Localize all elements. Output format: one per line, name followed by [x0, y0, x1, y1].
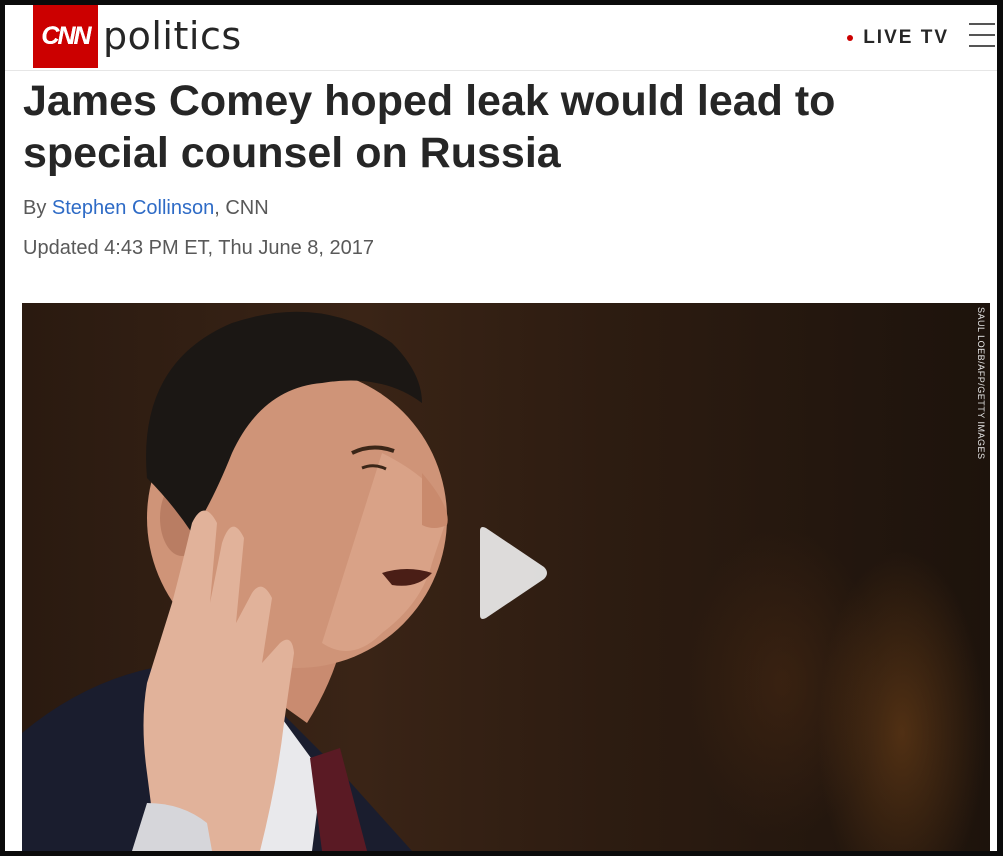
byline-prefix: By	[23, 197, 47, 219]
live-tv-label: LIVE TV	[863, 27, 949, 48]
page-frame: CNN politics LIVE TV James Comey hoped l…	[5, 5, 997, 851]
logo-text: CNN	[41, 22, 91, 50]
cnn-logo[interactable]: CNN	[33, 5, 98, 68]
article-headline: James Comey hoped leak would lead to spe…	[23, 77, 836, 177]
video-player[interactable]: SAUL LOEB/AFP/GETTY IMAGES	[22, 303, 990, 851]
play-icon[interactable]	[472, 523, 552, 623]
byline-suffix: , CNN	[214, 197, 269, 219]
live-dot-icon	[847, 35, 854, 41]
hamburger-menu-icon[interactable]	[969, 23, 995, 47]
site-header: CNN politics LIVE TV	[5, 5, 997, 71]
photo-credit: SAUL LOEB/AFP/GETTY IMAGES	[976, 307, 986, 460]
updated-timestamp: Updated 4:43 PM ET, Thu June 8, 2017	[23, 237, 374, 259]
section-title[interactable]: politics	[103, 14, 242, 58]
author-link[interactable]: Stephen Collinson	[52, 197, 214, 219]
live-tv-link[interactable]: LIVE TV	[847, 27, 949, 49]
byline: By Stephen Collinson, CNN	[23, 197, 269, 220]
